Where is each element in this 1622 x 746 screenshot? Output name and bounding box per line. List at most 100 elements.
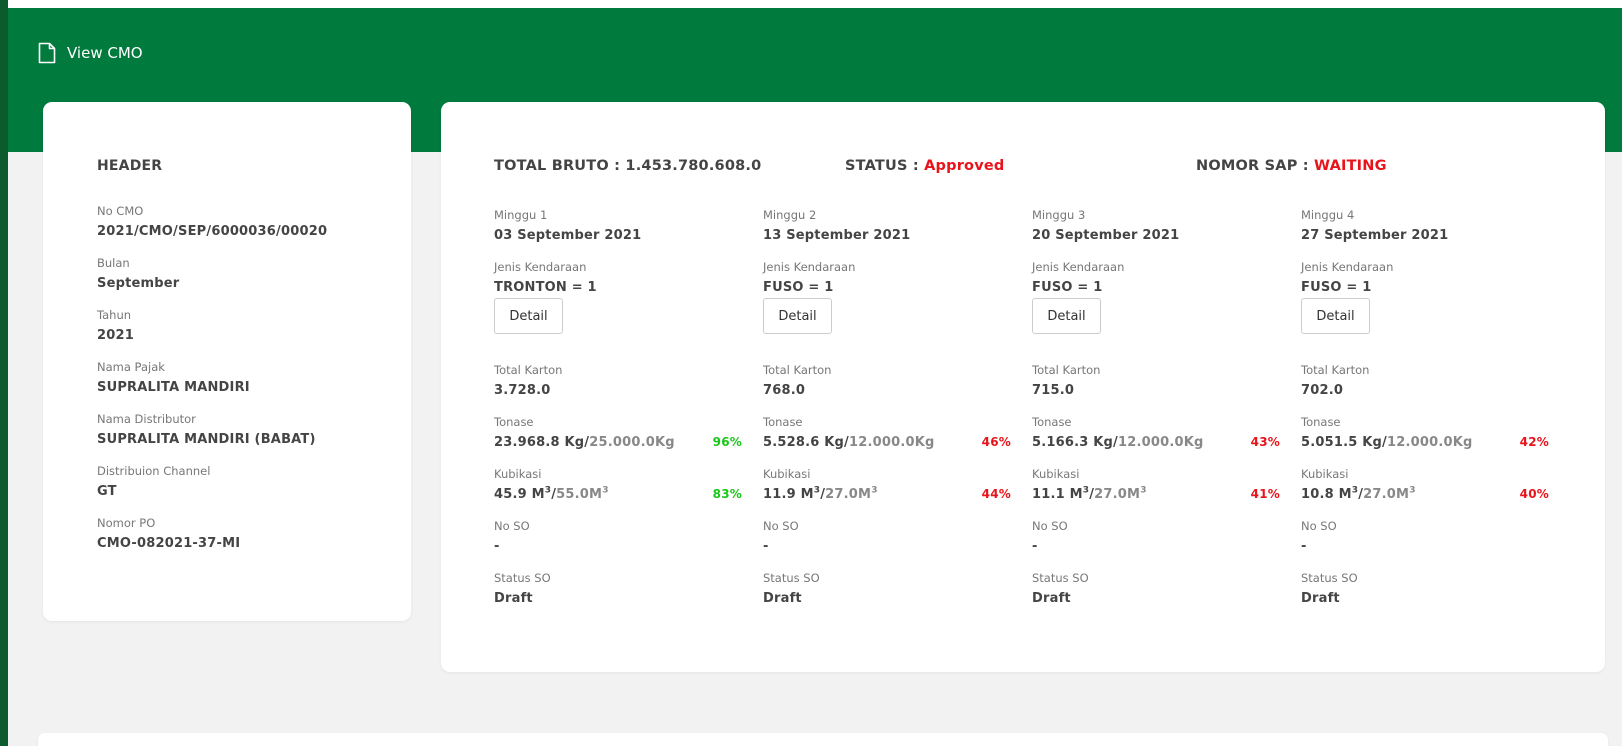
detail-button[interactable]: Detail [494, 298, 563, 334]
total-karton-value: 702.0 [1301, 383, 1344, 398]
vehicle-type: Jenis Kendaraan FUSO = 1 [1032, 260, 1280, 296]
status-so-value: Draft [1301, 591, 1340, 606]
no-so-value: - [494, 539, 500, 554]
week-date: Minggu 1 03 September 2021 [494, 208, 742, 244]
total-karton: Total Karton 3.728.0 [494, 363, 742, 399]
field-no-cmo: No CMO 2021/CMO/SEP/6000036/00020 [97, 204, 327, 240]
cube-sup: 3 [1409, 485, 1416, 496]
field-label: Nama Distributor [97, 412, 196, 426]
status-so-label: Status SO [1032, 571, 1089, 585]
tonase-amount: 5.051.5 Kg/12.000.0Kg [1301, 434, 1473, 451]
week-date: Minggu 2 13 September 2021 [763, 208, 1011, 244]
week-label: Minggu 4 [1301, 208, 1355, 222]
detail-button[interactable]: Detail [1301, 298, 1370, 334]
tonase-value: 5.166.3 [1032, 435, 1089, 450]
tonase-unit: Kg [1093, 435, 1114, 450]
week-date-value: 20 September 2021 [1032, 228, 1180, 243]
tonase-row: 5.051.5 Kg/12.000.0Kg 42% [1301, 434, 1549, 451]
total-karton-label: Total Karton [1301, 363, 1370, 377]
total-karton-value: 715.0 [1032, 383, 1075, 398]
kubikasi-unit: M [1069, 487, 1083, 502]
week-column-1: Minggu 1 03 September 2021 Jenis Kendara… [494, 208, 742, 608]
tonase-capacity: 12.000.0Kg [1117, 435, 1204, 450]
field-bulan: Bulan September [97, 256, 179, 292]
field-label: Nama Pajak [97, 360, 165, 374]
vehicle-label: Jenis Kendaraan [1032, 260, 1125, 274]
field-label: Tahun [97, 308, 132, 322]
tonase-label: Tonase [763, 415, 803, 429]
status-so-label: Status SO [494, 571, 551, 585]
tonase-row: 5.528.6 Kg/12.000.0Kg 46% [763, 434, 1011, 451]
total-karton: Total Karton 702.0 [1301, 363, 1549, 399]
kubikasi-row: 45.9 M3/55.0M3 83% [494, 486, 742, 503]
kubikasi: Kubikasi 45.9 M3/55.0M3 83% [494, 467, 742, 503]
total-karton-value: 768.0 [763, 383, 806, 398]
kubikasi-percent: 41% [1250, 487, 1280, 501]
tonase-row: 5.166.3 Kg/12.000.0Kg 43% [1032, 434, 1280, 451]
tonase: Tonase 5.166.3 Kg/12.000.0Kg 43% [1032, 415, 1280, 451]
status-so-value: Draft [1032, 591, 1071, 606]
total-karton-label: Total Karton [763, 363, 832, 377]
tonase-label: Tonase [1301, 415, 1341, 429]
field-label: No CMO [97, 204, 144, 218]
kubikasi-value: 45.9 [494, 487, 527, 502]
no-so: No SO - [1301, 519, 1549, 555]
no-so: No SO - [763, 519, 1011, 555]
tonase-amount: 5.528.6 Kg/12.000.0Kg [763, 434, 935, 451]
total-bruto: TOTAL BRUTO : 1.453.780.608.0 [494, 158, 761, 174]
cube-sup: 3 [871, 485, 878, 496]
status-so-value: Draft [763, 591, 802, 606]
status-so: Status SO Draft [1032, 571, 1280, 607]
total-bruto-label: TOTAL BRUTO : [494, 158, 621, 174]
kubikasi-unit: M [800, 487, 814, 502]
detail-button[interactable]: Detail [763, 298, 832, 334]
total-bruto-value: 1.453.780.608.0 [625, 158, 762, 174]
kubikasi: Kubikasi 10.8 M3/27.0M3 40% [1301, 467, 1549, 503]
field-nama-pajak: Nama Pajak SUPRALITA MANDIRI [97, 360, 250, 396]
no-so: No SO - [1032, 519, 1280, 555]
sap-label: NOMOR SAP : [1196, 158, 1309, 174]
no-so: No SO - [494, 519, 742, 555]
vehicle-value: TRONTON = 1 [494, 280, 597, 295]
kubikasi-capacity: 27.0M [825, 487, 872, 502]
kubikasi-capacity: 27.0M [1363, 487, 1410, 502]
kubikasi-percent: 83% [712, 487, 742, 501]
field-label: Bulan [97, 256, 130, 270]
no-so-value: - [1032, 539, 1038, 554]
sidebar-edge [0, 0, 8, 746]
vehicle-type: Jenis Kendaraan FUSO = 1 [763, 260, 1011, 296]
status-so: Status SO Draft [763, 571, 1011, 607]
tonase-percent: 96% [712, 435, 742, 449]
detail-button[interactable]: Detail [1032, 298, 1101, 334]
tonase-capacity: 12.000.0Kg [1386, 435, 1473, 450]
tonase-label: Tonase [494, 415, 534, 429]
field-label: Distribuion Channel [97, 464, 211, 478]
field-value: CMO-082021-37-MI [97, 536, 241, 551]
no-so-label: No SO [1032, 519, 1068, 533]
status-so: Status SO Draft [1301, 571, 1549, 607]
tonase-percent: 43% [1250, 435, 1280, 449]
week-column-4: Minggu 4 27 September 2021 Jenis Kendara… [1301, 208, 1549, 608]
vehicle-label: Jenis Kendaraan [1301, 260, 1394, 274]
tonase-capacity: 12.000.0Kg [848, 435, 935, 450]
field-value: GT [97, 484, 117, 499]
no-so-label: No SO [494, 519, 530, 533]
kubikasi-amount: 10.8 M3/27.0M3 [1301, 486, 1416, 503]
week-column-2: Minggu 2 13 September 2021 Jenis Kendara… [763, 208, 1011, 608]
total-karton: Total Karton 768.0 [763, 363, 1011, 399]
vehicle-label: Jenis Kendaraan [763, 260, 856, 274]
tonase-amount: 5.166.3 Kg/12.000.0Kg [1032, 434, 1204, 451]
kubikasi-label: Kubikasi [494, 467, 542, 481]
kubikasi-capacity: 55.0M [556, 487, 603, 502]
vehicle-type: Jenis Kendaraan TRONTON = 1 [494, 260, 742, 296]
week-date: Minggu 4 27 September 2021 [1301, 208, 1549, 244]
status-so-value: Draft [494, 591, 533, 606]
tonase-unit: Kg [564, 435, 585, 450]
status-value: Approved [924, 158, 1005, 174]
top-strip [0, 0, 1622, 8]
field-nama-distributor: Nama Distributor SUPRALITA MANDIRI (BABA… [97, 412, 316, 448]
field-value: September [97, 276, 180, 291]
week-label: Minggu 1 [494, 208, 548, 222]
field-value: SUPRALITA MANDIRI (BABAT) [97, 432, 316, 447]
sap-summary: NOMOR SAP : WAITING [1196, 158, 1387, 174]
